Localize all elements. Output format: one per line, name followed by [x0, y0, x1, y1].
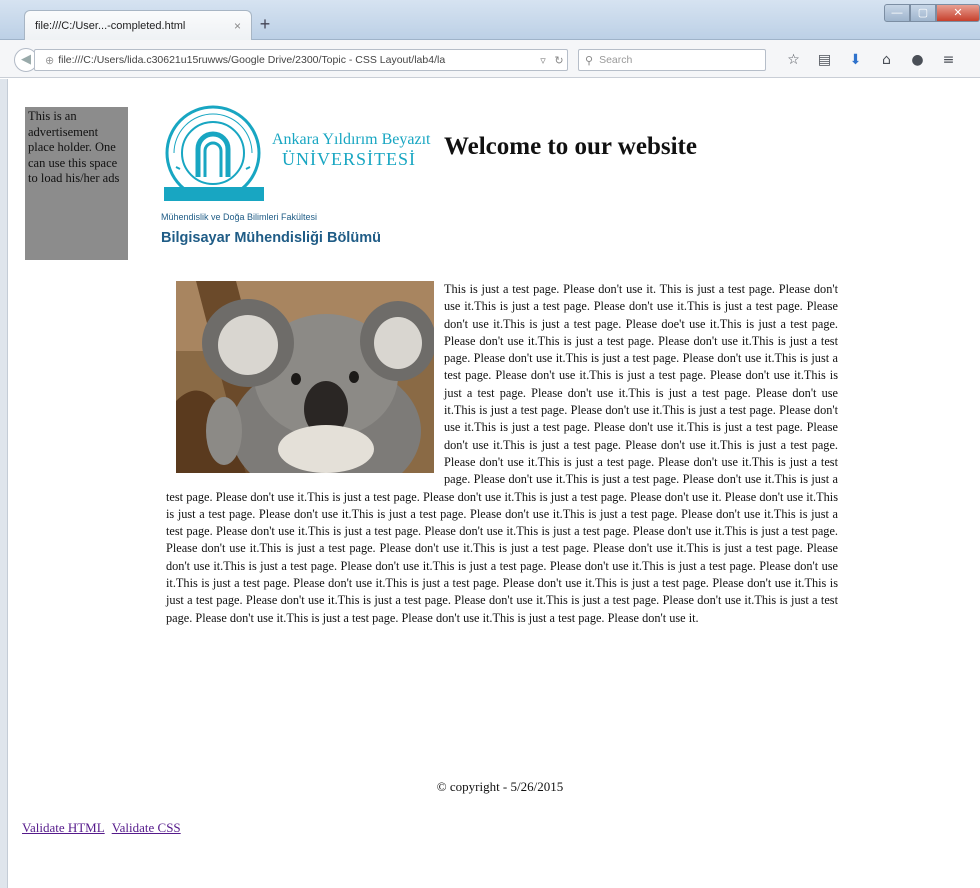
chat-icon[interactable]: ●: [902, 50, 933, 70]
article-content: This is just a test page. Please don't u…: [166, 281, 838, 627]
maximize-button[interactable]: ▢: [910, 4, 936, 22]
tab-current-page[interactable]: file:///C:/User...-completed.html ×: [24, 10, 252, 41]
faculty-name: Mühendislik ve Doğa Bilimleri Fakültesi: [161, 212, 318, 222]
tab-close-icon[interactable]: ×: [234, 19, 241, 33]
copyright-notice: © copyright - 5/26/2015: [436, 779, 564, 794]
search-icon: ⚲: [585, 54, 594, 67]
url-bar[interactable]: ⊕ file:///C:/Users/lida.c30621u15ruwws/G…: [34, 49, 568, 71]
url-dropdown-icon[interactable]: ▿: [535, 54, 551, 67]
validate-html-link[interactable]: Validate HTML: [22, 820, 105, 835]
download-icon[interactable]: ⬇: [840, 50, 871, 70]
search-bar[interactable]: ⚲ Search: [578, 49, 766, 71]
validate-css-link[interactable]: Validate CSS: [112, 820, 181, 835]
page-info-icon[interactable]: ⊕: [45, 54, 54, 67]
window-left-border: [0, 79, 8, 888]
home-icon[interactable]: ⌂: [871, 50, 902, 70]
university-name-line1: Ankara Yıldırım Beyazıt: [272, 131, 431, 148]
tab-title: file:///C:/User...-completed.html: [35, 20, 186, 32]
window-titlebar: file:///C:/User...-completed.html × + — …: [0, 0, 980, 41]
page-title: Welcome to our website: [444, 133, 697, 160]
koala-image: [176, 281, 434, 473]
close-window-button[interactable]: ✕: [936, 4, 980, 22]
new-tab-button[interactable]: +: [256, 15, 274, 34]
department-name: Bilgisayar Mühendisliği Bölümü: [161, 230, 381, 246]
advertisement-placeholder: This is an advertisement place holder. O…: [25, 107, 128, 260]
reload-icon[interactable]: ↻: [551, 54, 567, 67]
university-seal-icon: [164, 105, 264, 201]
bookmark-star-icon[interactable]: ☆: [778, 50, 809, 70]
reading-list-icon[interactable]: ▤: [809, 50, 840, 70]
back-arrow-icon: ◀: [21, 52, 31, 67]
search-placeholder: Search: [599, 54, 633, 66]
toolbar-icons: ☆ ▤ ⬇ ⌂ ● ≡: [778, 50, 964, 70]
url-text[interactable]: file:///C:/Users/lida.c30621u15ruwws/Goo…: [58, 54, 535, 66]
page-viewport: This is an advertisement place holder. O…: [0, 79, 980, 888]
university-name-line2: ÜNİVERSİTESİ: [282, 149, 416, 169]
window-controls: — ▢ ✕: [884, 4, 980, 24]
validation-links: Validate HTML Validate CSS: [22, 820, 185, 836]
menu-icon[interactable]: ≡: [933, 50, 964, 70]
minimize-button[interactable]: —: [884, 4, 910, 22]
navigation-toolbar: ◀ ⊕ file:///C:/Users/lida.c30621u15ruwws…: [0, 40, 980, 78]
university-name: Ankara Yıldırım Beyazıt ÜNİVERSİTESİ: [272, 131, 432, 169]
